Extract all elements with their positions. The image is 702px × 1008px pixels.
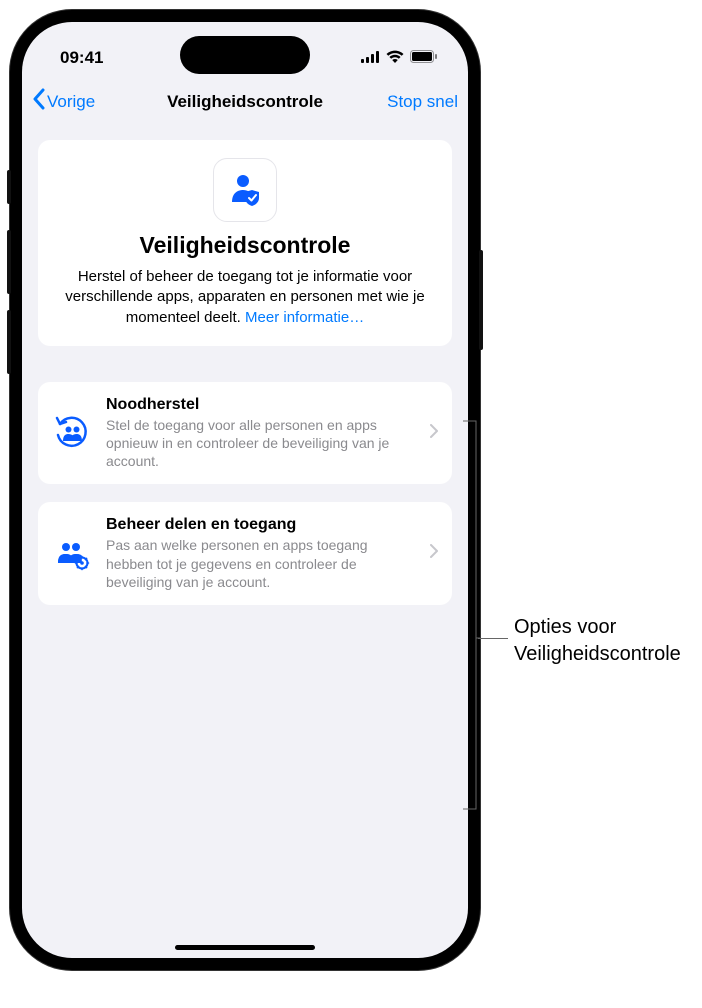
manage-sharing-option[interactable]: Beheer delen en toegang Pas aan welke pe…	[38, 502, 452, 605]
emergency-reset-icon	[52, 414, 92, 452]
dynamic-island	[180, 36, 310, 74]
status-time: 09:41	[60, 48, 103, 68]
chevron-left-icon	[32, 88, 45, 117]
option-title: Beheer delen en toegang	[106, 516, 416, 534]
wifi-icon	[386, 48, 404, 68]
phone-screen: 09:41 Vorige Veiligheidscontrol	[22, 22, 468, 958]
options-list: Noodherstel Stel de toegang voor alle pe…	[38, 382, 452, 605]
header-card-description: Herstel of beheer de toegang tot je info…	[56, 267, 434, 328]
side-button	[479, 250, 483, 350]
side-button	[7, 170, 11, 204]
callout-bracket	[462, 420, 480, 810]
callout-label: Opties voor Veiligheidscontrole	[514, 614, 684, 668]
nav-bar: Vorige Veiligheidscontrole Stop snel	[22, 80, 468, 124]
home-indicator[interactable]	[175, 945, 315, 950]
manage-sharing-icon	[52, 535, 92, 573]
cellular-icon	[361, 48, 380, 68]
quick-exit-button[interactable]: Stop snel	[387, 92, 458, 112]
side-button	[7, 310, 11, 374]
content-area: Veiligheidscontrole Herstel of beheer de…	[22, 124, 468, 639]
battery-icon	[410, 48, 438, 68]
more-info-link[interactable]: Meer informatie…	[245, 309, 364, 326]
safety-check-icon	[213, 158, 277, 222]
back-label: Vorige	[47, 92, 95, 112]
emergency-reset-option[interactable]: Noodherstel Stel de toegang voor alle pe…	[38, 382, 452, 485]
phone-frame: 09:41 Vorige Veiligheidscontrol	[10, 10, 480, 970]
side-button	[7, 230, 11, 294]
callout-line	[478, 638, 508, 639]
back-button[interactable]: Vorige	[32, 88, 95, 117]
option-description: Pas aan welke personen en apps toegang h…	[106, 536, 416, 591]
header-card: Veiligheidscontrole Herstel of beheer de…	[38, 140, 452, 346]
nav-title: Veiligheidscontrole	[167, 92, 323, 112]
chevron-right-icon	[430, 544, 438, 563]
header-card-title: Veiligheidscontrole	[56, 232, 434, 259]
option-description: Stel de toegang voor alle personen en ap…	[106, 416, 416, 471]
option-title: Noodherstel	[106, 396, 416, 414]
chevron-right-icon	[430, 424, 438, 443]
